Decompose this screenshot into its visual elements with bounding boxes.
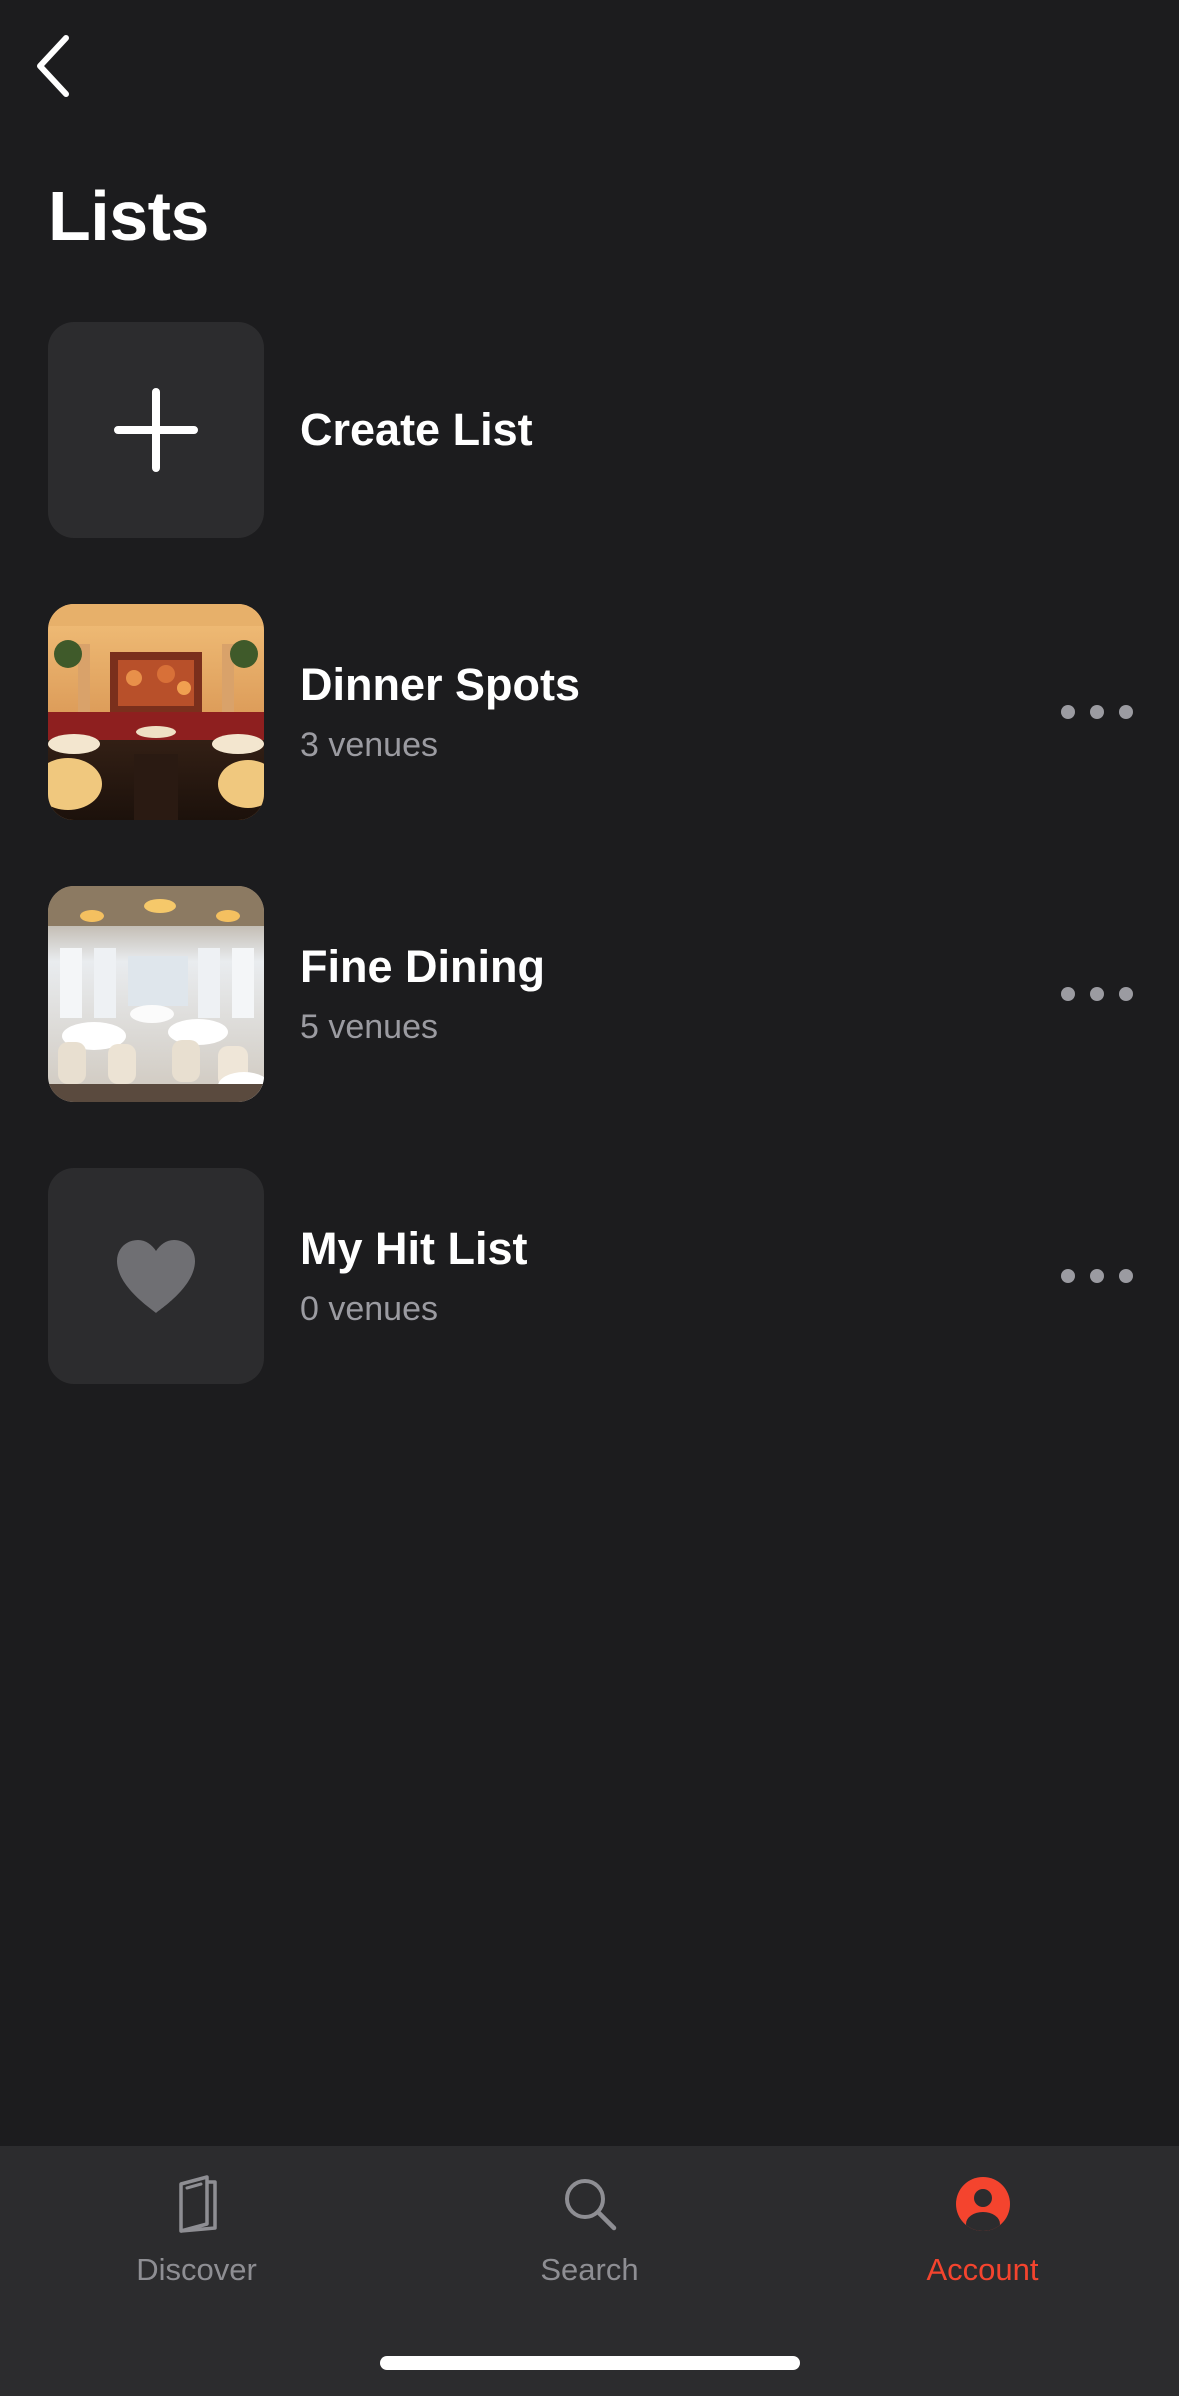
list-text: Dinner Spots 3 venues [300,604,580,820]
tab-discover[interactable]: Discover [0,2146,393,2306]
fine-dining-photo [48,886,264,1102]
tab-account[interactable]: Account [786,2146,1179,2306]
more-icon [1119,1269,1133,1283]
create-list-row[interactable]: Create List [0,322,1179,538]
create-list-tile [48,322,264,538]
list-item-dinner-spots[interactable]: Dinner Spots 3 venues [0,604,1179,820]
list-item-my-hit-list[interactable]: My Hit List 0 venues [0,1168,1179,1384]
list-item-fine-dining[interactable]: Fine Dining 5 venues [0,886,1179,1102]
heart-icon [117,1240,195,1313]
more-icon [1061,1269,1075,1283]
more-icon [1061,987,1075,1001]
create-list-text: Create List [300,322,533,538]
back-button[interactable] [26,30,82,102]
more-icon [1119,987,1133,1001]
chevron-left-icon [37,35,69,97]
more-icon [1090,705,1104,719]
list-title: Dinner Spots [300,659,581,710]
more-icon [1061,705,1075,719]
list-thumbnail [48,604,264,820]
list-text: Fine Dining 5 venues [300,886,545,1102]
page-title: Lists [48,177,209,255]
more-options-button[interactable] [1061,1252,1133,1300]
list-title: Fine Dining [300,941,545,992]
tab-label: Account [926,2252,1039,2287]
list-text: My Hit List 0 venues [300,1168,528,1384]
tab-search[interactable]: Search [393,2146,786,2306]
tab-label: Search [540,2252,639,2287]
account-icon [951,2172,1015,2236]
list-thumbnail [48,1168,264,1384]
search-icon [558,2172,622,2236]
more-icon [1119,705,1133,719]
list-title: My Hit List [300,1223,528,1274]
dinner-spots-photo [48,604,264,820]
list-thumbnail [48,886,264,1102]
more-options-button[interactable] [1061,970,1133,1018]
home-indicator [380,2356,800,2370]
more-icon [1090,987,1104,1001]
create-list-label: Create List [300,404,533,455]
book-icon [165,2172,229,2236]
more-options-button[interactable] [1061,688,1133,736]
venue-count: 0 venues [300,1290,438,1328]
venue-count: 3 venues [300,726,438,764]
tab-label: Discover [136,2252,257,2287]
plus-icon [114,388,198,472]
more-icon [1090,1269,1104,1283]
venue-count: 5 venues [300,1008,438,1046]
